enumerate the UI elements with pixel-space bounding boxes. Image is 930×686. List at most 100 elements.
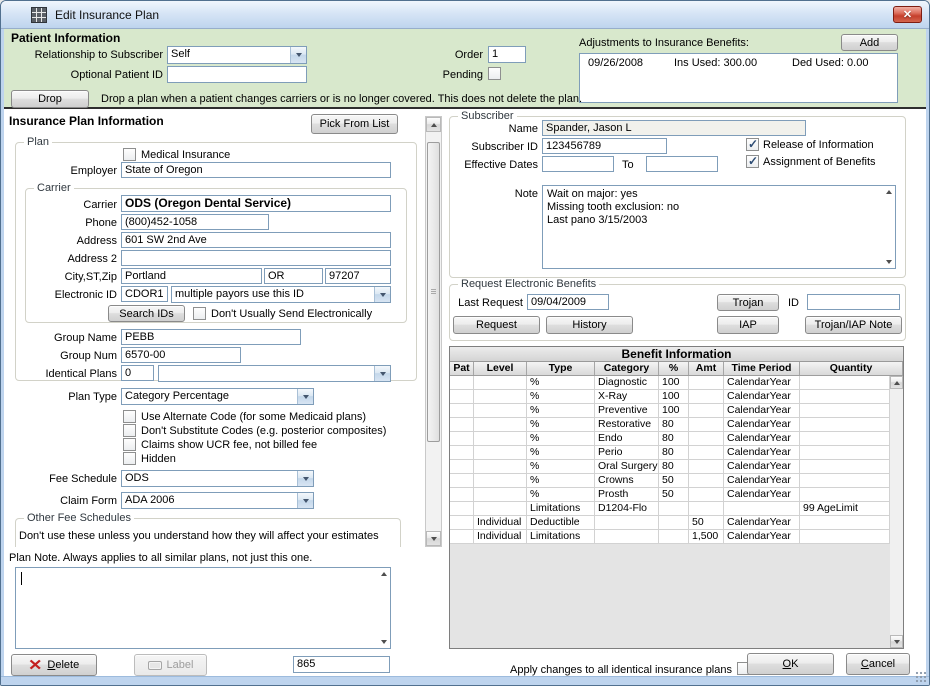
window-border-right [926,29,929,679]
column-header[interactable]: Level [474,362,527,375]
pick-from-list-button[interactable]: Pick From List [311,114,398,134]
scrollbar-thumb[interactable] [427,142,440,442]
table-cell [450,376,474,389]
table-cell: D1204-Flo [595,502,659,515]
identical-plans-select[interactable] [158,365,391,382]
table-row[interactable]: %Preventive100CalendarYear [450,404,903,418]
trojan-button[interactable]: Trojan [717,294,779,311]
table-cell [689,432,724,445]
plan-note-textarea[interactable] [15,567,391,649]
payor-id-select[interactable]: multiple payors use this ID [171,286,391,303]
order-field[interactable]: 1 [488,46,526,63]
column-header[interactable]: Category [595,362,659,375]
medical-insurance-checkbox[interactable] [123,148,136,161]
drop-button[interactable]: Drop [11,90,89,108]
table-row[interactable]: IndividualLimitations1,500CalendarYear [450,530,903,544]
scroll-up-icon[interactable] [890,376,903,389]
claims-show-ucr-checkbox[interactable] [123,438,136,451]
use-alternate-code-checkbox[interactable] [123,410,136,423]
close-button[interactable]: ✕ [893,6,922,23]
relationship-select[interactable]: Self [167,46,307,64]
carrier-field[interactable]: ODS (Oregon Dental Service) [121,195,391,212]
delete-button[interactable]: ✕ Delete [11,654,97,676]
column-header[interactable]: Time Period [724,362,800,375]
table-cell [474,446,527,459]
dont-substitute-codes-checkbox[interactable] [123,424,136,437]
add-adjustment-button[interactable]: Add [841,34,898,51]
column-header[interactable]: Amt [689,362,724,375]
assignment-of-benefits-checkbox[interactable] [746,155,759,168]
trojan-id-field[interactable] [807,294,900,310]
adjustments-listbox[interactable]: 09/26/2008 Ins Used: 300.00 Ded Used: 0.… [579,53,898,103]
table-row[interactable]: %Restorative80CalendarYear [450,418,903,432]
effective-from-field[interactable] [542,156,614,172]
plan-number-field[interactable]: 865 [293,656,390,673]
table-row[interactable]: %Oral Surgery80CalendarYear [450,460,903,474]
resize-grip[interactable] [915,671,927,683]
table-row[interactable]: IndividualDeductible50CalendarYear [450,516,903,530]
column-header[interactable]: Quantity [800,362,903,375]
trojan-iap-note-button[interactable]: Trojan/IAP Note [805,316,902,334]
state-field[interactable]: OR [264,268,323,284]
iap-button[interactable]: IAP [717,316,779,334]
column-header[interactable]: % [659,362,689,375]
dont-send-electronically-checkbox[interactable] [193,307,206,320]
pending-checkbox[interactable] [488,67,501,80]
table-cell [689,418,724,431]
table-cell [724,502,800,515]
column-header[interactable]: Type [527,362,595,375]
subscriber-note-textarea[interactable]: Wait on major: yes Missing tooth exclusi… [542,185,896,269]
group-name-field[interactable]: PEBB [121,329,301,345]
plan-panel-scrollbar[interactable] [425,116,442,547]
hidden-checkbox[interactable] [123,452,136,465]
electronic-id-field[interactable]: CDOR1 [121,286,168,302]
table-row[interactable]: LimitationsD1204-Flo99 AgeLimit [450,502,903,516]
title-bar[interactable]: Edit Insurance Plan ✕ [1,1,930,29]
optional-patient-id-field[interactable] [167,66,307,83]
city-field[interactable]: Portland [121,268,262,284]
effective-to-field[interactable] [646,156,718,172]
fee-schedule-select[interactable]: ODS [121,470,314,487]
request-button[interactable]: Request [453,316,540,334]
scroll-down-icon[interactable] [890,635,903,648]
employer-field[interactable]: State of Oregon [121,162,391,178]
release-of-information-checkbox[interactable] [746,138,759,151]
table-cell: CalendarYear [724,460,800,473]
table-cell: 100 [659,390,689,403]
table-row[interactable]: %Diagnostic100CalendarYear [450,376,903,390]
red-x-icon: ✕ [28,656,42,674]
table-row[interactable]: %Endo80CalendarYear [450,432,903,446]
group-num-field[interactable]: 6570-00 [121,347,241,363]
address-field[interactable]: 601 SW 2nd Ave [121,232,391,248]
address2-field[interactable] [121,250,391,266]
label-button[interactable]: Label [134,654,207,676]
table-row[interactable]: %Prosth50CalendarYear [450,488,903,502]
table-row[interactable]: %X-Ray100CalendarYear [450,390,903,404]
phone-field[interactable]: (800)452-1058 [121,214,269,230]
column-header[interactable]: Pat [450,362,474,375]
claim-form-select[interactable]: ADA 2006 [121,492,314,509]
last-request-field[interactable]: 09/04/2009 [527,294,609,310]
scroll-down-icon[interactable] [426,531,441,546]
scroll-down-icon[interactable] [381,640,387,644]
history-button[interactable]: History [546,316,633,334]
table-row[interactable]: %Crowns50CalendarYear [450,474,903,488]
identical-plans-field[interactable]: 0 [121,365,154,381]
table-row[interactable]: %Perio80CalendarYear [450,446,903,460]
scroll-down-icon[interactable] [886,260,892,264]
subscriber-id-label: Subscriber ID [438,141,538,154]
scroll-up-icon[interactable] [886,190,892,194]
subscriber-id-field[interactable]: 123456789 [542,138,667,154]
use-alternate-code-label: Use Alternate Code (for some Medicaid pl… [141,411,366,424]
scroll-up-icon[interactable] [381,572,387,576]
table-cell: CalendarYear [724,516,800,529]
ok-button[interactable]: OK [747,653,834,675]
table-cell [450,474,474,487]
plan-type-select[interactable]: Category Percentage [121,388,314,405]
zip-field[interactable]: 97207 [325,268,391,284]
table-cell: X-Ray [595,390,659,403]
benefit-table-scrollbar[interactable] [890,376,903,648]
search-ids-button[interactable]: Search IDs [108,305,185,322]
table-cell [800,488,890,501]
cancel-button[interactable]: Cancel [846,653,910,675]
